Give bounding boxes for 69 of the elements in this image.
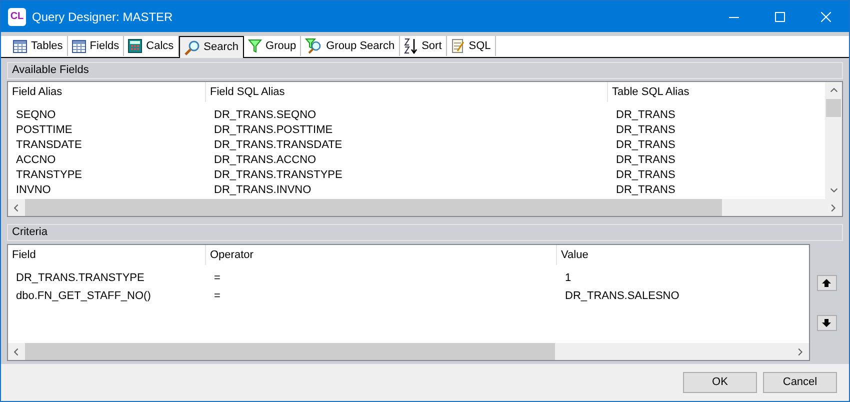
filter-search-icon bbox=[305, 38, 322, 54]
table-cell: SEQNO bbox=[16, 109, 56, 121]
scrollbar-thumb[interactable] bbox=[826, 99, 841, 117]
table-cell: DR_TRANS bbox=[616, 154, 676, 166]
column-header[interactable]: Value bbox=[557, 245, 809, 265]
dialog-button[interactable]: OK bbox=[683, 372, 757, 393]
app-logo: CL bbox=[8, 8, 26, 26]
table-cell: = bbox=[214, 290, 220, 302]
column-header[interactable]: Field bbox=[8, 245, 206, 265]
chevron-up-icon bbox=[830, 86, 838, 94]
vertical-scrollbar[interactable] bbox=[825, 82, 842, 199]
scrollbar-thumb[interactable] bbox=[25, 343, 555, 360]
table-cell: DR_TRANS.TRANSDATE bbox=[214, 139, 342, 151]
tab[interactable]: SQL bbox=[446, 36, 496, 56]
horizontal-scrollbar[interactable] bbox=[8, 199, 842, 216]
section-header: Criteria bbox=[7, 224, 843, 241]
maximize-icon bbox=[775, 12, 785, 22]
table-cell: DR_TRANS bbox=[616, 109, 676, 121]
horizontal-scrollbar[interactable] bbox=[8, 343, 809, 360]
chevron-left-icon bbox=[12, 204, 20, 212]
filter-icon bbox=[248, 39, 262, 53]
table-cell: TRANSTYPE bbox=[16, 169, 82, 181]
chevron-left-icon bbox=[12, 348, 20, 356]
tab[interactable]: Search bbox=[178, 36, 244, 58]
table-cell: INVNO bbox=[16, 184, 51, 196]
tab[interactable]: Tables bbox=[9, 36, 68, 56]
table-cell: DR_TRANS.TRANSTYPE bbox=[16, 272, 144, 284]
table-cell: dbo.FN_GET_STAFF_NO() bbox=[16, 290, 151, 302]
move-up-button[interactable] bbox=[816, 274, 836, 290]
tab[interactable]: Fields bbox=[68, 36, 124, 56]
table-cell: TRANSDATE bbox=[16, 139, 82, 151]
table-cell: DR_TRANS bbox=[616, 184, 676, 196]
search-icon bbox=[184, 40, 200, 56]
chevron-down-icon bbox=[830, 186, 838, 194]
table-icon bbox=[72, 40, 86, 52]
close-icon bbox=[821, 12, 831, 22]
table-cell: DR_TRANS bbox=[616, 124, 676, 136]
section-header: Available Fields bbox=[7, 62, 843, 79]
script-icon bbox=[450, 38, 465, 54]
arrow-down-icon bbox=[822, 318, 831, 326]
column-header[interactable]: Field Alias bbox=[8, 82, 206, 102]
column-header[interactable]: Operator bbox=[206, 245, 557, 265]
move-down-button[interactable] bbox=[816, 314, 836, 330]
table-cell: DR_TRANS bbox=[616, 169, 676, 181]
column-header[interactable]: Field SQL Alias bbox=[206, 82, 608, 102]
table-cell: DR_TRANS.SEQNO bbox=[214, 109, 316, 121]
table-cell: POSTTIME bbox=[16, 124, 72, 136]
tab[interactable]: Sort bbox=[400, 36, 447, 56]
table-cell: DR_TRANS.SALESNO bbox=[565, 290, 680, 302]
calculator-icon bbox=[128, 39, 142, 53]
table-cell: DR_TRANS.INVNO bbox=[214, 184, 312, 196]
tab[interactable]: Group bbox=[244, 36, 302, 56]
table-icon bbox=[13, 40, 27, 52]
table-cell: DR_TRANS.ACCNO bbox=[214, 154, 316, 166]
window-title: Query Designer: MASTER bbox=[32, 8, 173, 26]
dialog-button[interactable]: Cancel bbox=[763, 372, 837, 393]
table-cell: = bbox=[214, 272, 220, 284]
table-cell: ACCNO bbox=[16, 154, 56, 166]
arrow-up-icon bbox=[822, 278, 831, 286]
table-cell: DR_TRANS.TRANSTYPE bbox=[214, 169, 342, 181]
chevron-right-icon bbox=[796, 348, 804, 356]
tab[interactable]: Calcs bbox=[124, 36, 179, 56]
tab[interactable]: Group Search bbox=[301, 36, 400, 56]
chevron-right-icon bbox=[830, 204, 838, 212]
table-cell: DR_TRANS.POSTTIME bbox=[214, 124, 333, 136]
table-cell: DR_TRANS bbox=[616, 139, 676, 151]
column-header[interactable]: Table SQL Alias bbox=[608, 82, 825, 102]
scrollbar-thumb[interactable] bbox=[25, 199, 722, 216]
table-cell: 1 bbox=[565, 272, 572, 284]
